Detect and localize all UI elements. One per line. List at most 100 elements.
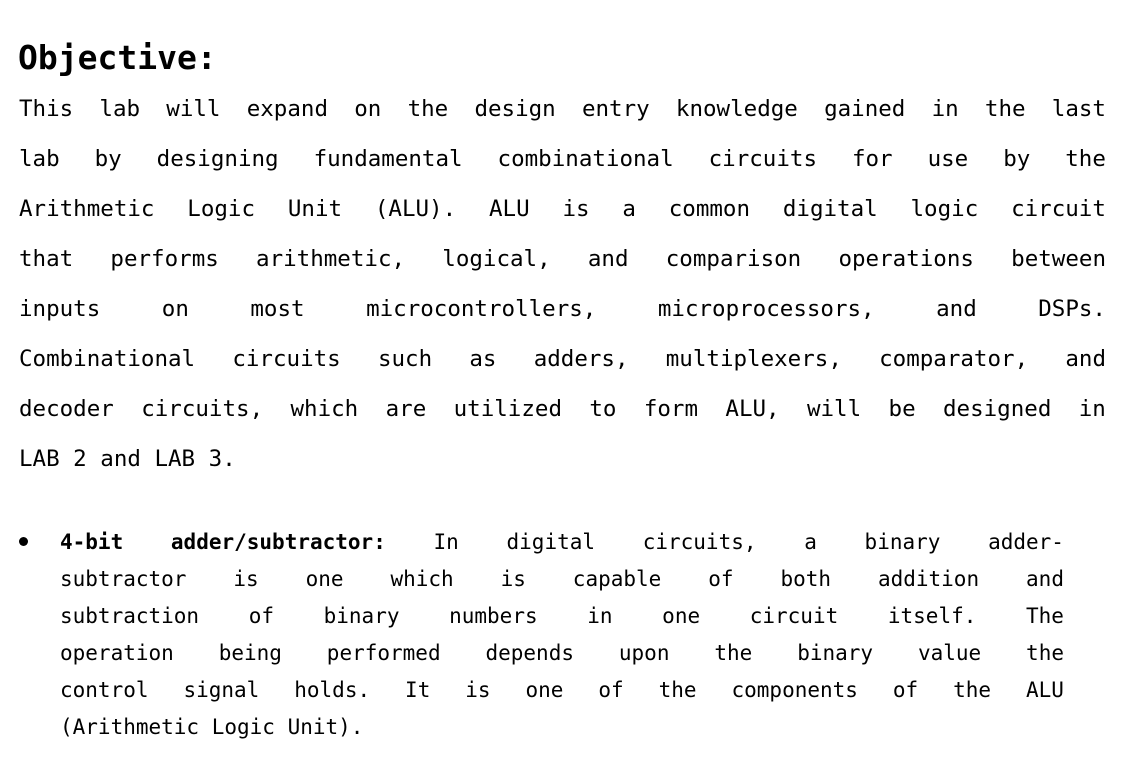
- paragraph-word: microprocessors,: [657, 296, 875, 322]
- paragraph-word: comparator,: [879, 346, 1029, 372]
- paragraph-word: microcontrollers,: [366, 296, 597, 322]
- list-item-line: subtractor is one which is capable of both addit…: [60, 561, 1064, 598]
- list-item-word: is: [465, 678, 491, 702]
- list-item-word: performed: [326, 641, 441, 665]
- paragraph-word: on: [354, 96, 382, 122]
- paragraph-word: and: [936, 296, 977, 322]
- list-item-word: value: [917, 641, 982, 665]
- bullet-list: 4-bit adder/subtractor: In digital circuits,…: [19, 524, 1064, 746]
- list-item-line: control signal holds. It is one of the component…: [60, 672, 1064, 709]
- list-item-word: circuits,: [642, 530, 757, 554]
- list-item-word: (Arithmetic Logic Unit).: [60, 715, 364, 739]
- list-item-word: subtractor: [60, 567, 187, 591]
- list-item-word: adder-: [988, 530, 1064, 554]
- list-item-word: The: [1026, 604, 1064, 628]
- list-item-word: ALU: [1025, 678, 1064, 702]
- paragraph-line: that performs arithmetic, logical, and compar…: [19, 234, 1106, 284]
- paragraph-word: gained: [824, 96, 906, 122]
- list-item-word: It: [405, 678, 431, 702]
- paragraph-word: for: [851, 146, 893, 172]
- list-item-word: upon: [618, 641, 670, 665]
- paragraph-word: is: [562, 196, 590, 222]
- list-item-line: (Arithmetic Logic Unit).: [60, 709, 1064, 746]
- list-item-term: adder/subtractor:: [170, 530, 386, 554]
- list-item-word: binary: [797, 641, 874, 665]
- list-item-word: operation: [60, 641, 174, 665]
- paragraph-word: will: [806, 396, 862, 422]
- paragraph-word: operations: [838, 246, 974, 272]
- paragraph-word: will: [166, 96, 221, 122]
- list-item-word: being: [218, 641, 282, 665]
- paragraph-word: digital: [782, 196, 878, 222]
- paragraph-word: the: [407, 96, 449, 122]
- paragraph-word: fundamental: [313, 146, 463, 172]
- paragraph-word: Combinational: [19, 346, 196, 372]
- bullet-point-icon: [19, 537, 28, 546]
- list-item-word: the: [953, 678, 992, 702]
- paragraph-word: lab: [99, 96, 141, 122]
- paragraph-word: in: [1078, 396, 1106, 422]
- paragraph-word: Arithmetic: [19, 196, 155, 222]
- list-item-word: one: [305, 567, 344, 591]
- paragraph-word: comparison: [665, 246, 802, 272]
- list-item-word: of: [598, 678, 624, 702]
- list-item-word: components: [731, 678, 858, 702]
- paragraph-line: Combinational circuits such as adders, multip…: [19, 334, 1106, 384]
- list-item-word: one: [525, 678, 564, 702]
- paragraph-line: Arithmetic Logic Unit (ALU). ALU is a common dig…: [19, 184, 1106, 234]
- list-item-word: and: [1026, 567, 1064, 591]
- paragraph-word: lab: [19, 146, 60, 172]
- paragraph-word: between: [1011, 246, 1106, 272]
- paragraph-word: circuits: [232, 346, 341, 372]
- list-item-word: is: [500, 567, 526, 591]
- list-item-word: numbers: [449, 604, 538, 628]
- paragraph-word: LAB 2 and LAB 3.: [19, 446, 236, 472]
- paragraph-word: circuit: [1011, 196, 1106, 222]
- paragraph-word: inputs: [19, 296, 101, 322]
- paragraph-word: form: [643, 396, 699, 422]
- paragraph-word: combinational: [497, 146, 674, 172]
- list-item-word: the: [1026, 641, 1064, 665]
- paragraph-word: as: [469, 346, 497, 372]
- paragraph-word: (ALU).: [374, 196, 457, 222]
- paragraph-word: adders,: [533, 346, 629, 372]
- paragraph-word: the: [984, 96, 1026, 122]
- list-item-word: addition: [877, 567, 980, 591]
- list-item-word: binary: [864, 530, 941, 554]
- list-item-word: capable: [572, 567, 662, 591]
- list-item-word: the: [714, 641, 753, 665]
- paragraph-word: be: [888, 396, 916, 422]
- paragraph-word: designed: [943, 396, 1052, 422]
- paragraph-word: Unit: [287, 196, 343, 222]
- paragraph-word: a: [622, 196, 636, 222]
- list-item-line: operation being performed depends upon the bin…: [60, 635, 1064, 672]
- list-item-word: circuit: [749, 604, 839, 628]
- paragraph-word: logic: [910, 196, 979, 222]
- paragraph-word: design: [474, 96, 556, 122]
- list-item-line: subtraction of binary numbers in one circuit it…: [60, 598, 1064, 635]
- paragraph-line: decoder circuits, which are utilized to form AL…: [19, 384, 1106, 434]
- paragraph-word: decoder: [19, 396, 114, 422]
- paragraph-word: common: [668, 196, 751, 222]
- paragraph-word: the: [1065, 146, 1106, 172]
- paragraph-word: Logic: [187, 196, 256, 222]
- paragraph-word: in: [931, 96, 959, 122]
- page-title: Objective:: [18, 38, 217, 78]
- list-item-word: holds.: [294, 678, 371, 702]
- paragraph-word: DSPs.: [1038, 296, 1106, 322]
- paragraph-word: utilized: [453, 396, 562, 422]
- paragraph-word: and: [1065, 346, 1106, 372]
- paragraph-line: inputs on most microcontrollers, microproces…: [19, 284, 1106, 334]
- list-item-word: itself.: [887, 604, 977, 628]
- paragraph-word: logical,: [442, 246, 551, 272]
- paragraph-line: LAB 2 and LAB 3.: [19, 434, 1106, 484]
- list-item-word: one: [662, 604, 701, 628]
- list-item-word: In: [433, 530, 459, 554]
- paragraph-word: ALU,: [725, 396, 780, 422]
- paragraph-word: on: [161, 296, 189, 322]
- paragraph-word: designing: [156, 146, 279, 172]
- list-item-word: a: [804, 530, 817, 554]
- paragraph-word: that: [19, 246, 74, 272]
- list-item-word: is: [233, 567, 259, 591]
- paragraph-word: arithmetic,: [256, 246, 406, 272]
